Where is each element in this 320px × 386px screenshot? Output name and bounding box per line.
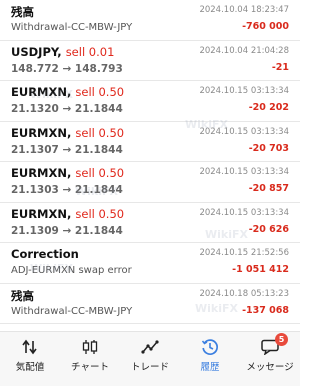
- entry-time: 2024.10.15 03:13:34: [199, 126, 289, 137]
- unread-badge: 5: [275, 333, 288, 346]
- trade-prices: 21.1303 → 21.1844: [11, 184, 123, 196]
- tab-chart[interactable]: チャート: [60, 332, 120, 386]
- trade-side: sell 0.50: [75, 125, 125, 140]
- trade-prices: 21.1320 → 21.1844: [11, 103, 123, 115]
- entry-time: 2024.10.15 03:13:34: [199, 167, 289, 177]
- trade-side: sell 0.50: [75, 206, 125, 221]
- entry-time: 2024.10.15 21:52:56: [199, 248, 289, 258]
- trade-prices: 21.1309 → 21.1844: [11, 224, 123, 237]
- entry-time: 2024.10.15 03:13:34: [199, 86, 289, 96]
- history-row-trade[interactable]: EURMXN, sell 0.50 21.1303 → 21.1844 2024…: [0, 162, 300, 203]
- tab-label: 気配値: [15, 362, 45, 373]
- tab-label: 履歴: [200, 362, 220, 373]
- entry-title: 残高: [11, 5, 34, 19]
- trade-symbol: USDJPY,: [11, 44, 62, 59]
- tab-label: トレード: [130, 362, 169, 373]
- entry-amount: -1 051 412: [232, 264, 289, 275]
- trade-title: EURMXN, sell 0.50: [11, 85, 124, 99]
- entry-amount: -760 000: [242, 21, 289, 32]
- history-row-trade[interactable]: USDJPY, sell 0.01 148.772 → 148.793 2024…: [0, 41, 300, 81]
- entry-comment: ADJ-EURMXN swap error: [11, 265, 132, 276]
- trade-title: EURMXN, sell 0.50: [11, 207, 124, 221]
- tab-label: チャート: [71, 362, 109, 373]
- trade-title: USDJPY, sell 0.01: [11, 45, 114, 59]
- bottom-tab-bar: 気配値 チャート トレード 履歴 5 メッセージ: [0, 331, 300, 386]
- trade-side: sell 0.01: [65, 44, 115, 59]
- trade-title: EURMXN, sell 0.50: [11, 166, 124, 180]
- entry-comment: Withdrawal-CC-MBW-JPY: [11, 305, 133, 317]
- history-row-trade[interactable]: EURMXN, sell 0.50 21.1320 → 21.1844 2024…: [0, 81, 300, 122]
- history-clock-icon: [198, 338, 222, 356]
- trade-prices: 21.1307 → 21.1844: [11, 143, 123, 156]
- trade-title: EURMXN, sell 0.50: [11, 126, 124, 140]
- tab-messages[interactable]: 5 メッセージ: [240, 332, 300, 386]
- entry-amount: -20 202: [248, 102, 289, 113]
- trade-symbol: EURMXN,: [11, 85, 72, 99]
- trade-symbol: EURMXN,: [11, 125, 72, 140]
- quotes-arrows-icon: [18, 338, 42, 356]
- entry-amount: -20 857: [248, 183, 289, 194]
- trade-symbol: EURMXN,: [11, 206, 72, 221]
- history-row-balance[interactable]: 残高 Withdrawal-CC-MBW-JPY 2024.10.04 18:2…: [0, 0, 300, 41]
- entry-time: 2024.10.04 18:23:47: [199, 5, 289, 15]
- trade-side: sell 0.50: [75, 166, 125, 180]
- entry-amount: -20 626: [248, 223, 289, 235]
- trade-side: sell 0.50: [75, 85, 125, 99]
- entry-comment: Withdrawal-CC-MBW-JPY: [11, 22, 133, 33]
- tab-trade[interactable]: トレード: [120, 332, 180, 386]
- entry-time: 2024.10.15 03:13:34: [199, 207, 289, 218]
- entry-title: 残高: [11, 288, 34, 303]
- entry-amount: -21: [271, 61, 289, 73]
- history-row-correction[interactable]: Correction ADJ-EURMXN swap error 2024.10…: [0, 243, 300, 284]
- tab-quotes[interactable]: 気配値: [0, 332, 60, 386]
- entry-title: Correction: [11, 247, 79, 261]
- history-list: 残高 Withdrawal-CC-MBW-JPY 2024.10.04 18:2…: [0, 0, 300, 324]
- history-row-trade[interactable]: EURMXN, sell 0.50 21.1307 → 21.1844 2024…: [0, 122, 300, 162]
- entry-amount: -137 068: [242, 304, 289, 316]
- trade-symbol: EURMXN,: [11, 166, 72, 180]
- candlestick-chart-icon: [78, 338, 102, 356]
- history-row-trade[interactable]: EURMXN, sell 0.50 21.1309 → 21.1844 2024…: [0, 203, 300, 243]
- history-row-balance[interactable]: 残高 Withdrawal-CC-MBW-JPY 2024.10.18 05:1…: [0, 284, 300, 324]
- trade-line-icon: [138, 338, 162, 356]
- entry-time: 2024.10.04 21:04:28: [199, 45, 289, 56]
- trade-prices: 148.772 → 148.793: [11, 62, 123, 75]
- tab-label: メッセージ: [246, 362, 294, 373]
- tab-history[interactable]: 履歴: [180, 332, 240, 386]
- entry-amount: -20 703: [248, 142, 289, 154]
- entry-time: 2024.10.18 05:13:23: [199, 288, 289, 299]
